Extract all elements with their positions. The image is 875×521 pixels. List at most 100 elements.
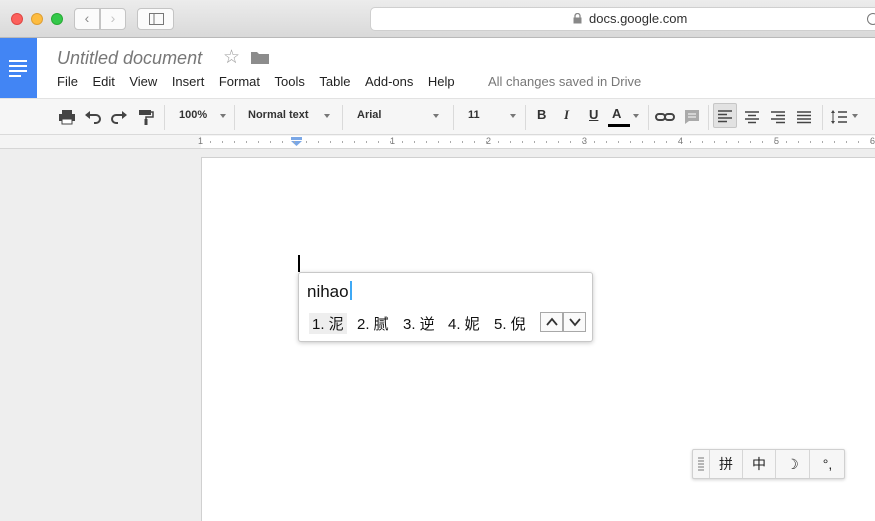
url-text: docs.google.com	[589, 11, 688, 26]
menu-table[interactable]: Table	[319, 74, 350, 89]
chevron-down-icon	[633, 114, 639, 118]
star-icon[interactable]: ☆	[223, 46, 240, 69]
ruler-tick	[462, 141, 463, 143]
ruler-tick	[582, 141, 583, 143]
back-button[interactable]: ‹	[74, 8, 100, 30]
browser-toolbar: ‹ › docs.google.com	[0, 0, 875, 38]
ruler-tick	[390, 141, 391, 143]
text-color-button[interactable]: A	[612, 106, 621, 121]
chevron-down-icon	[433, 114, 439, 118]
ruler-tick	[642, 141, 643, 143]
link-icon[interactable]	[655, 108, 675, 126]
toolbar-separator	[708, 105, 709, 130]
chevron-left-icon: ‹	[84, 10, 90, 26]
ime-composition-text: nihao	[307, 282, 349, 301]
ruler[interactable]: 1 1 2 3 4 5 6	[0, 135, 875, 149]
ime-page-down-button[interactable]	[563, 312, 586, 332]
document-title[interactable]: Untitled document	[57, 48, 202, 69]
ruler-tick	[438, 141, 439, 143]
comment-icon[interactable]	[683, 108, 701, 126]
pinyin-mode-button[interactable]: 拼	[709, 450, 742, 478]
style-select[interactable]: Normal text	[248, 109, 309, 121]
ruler-tick	[474, 141, 475, 143]
reload-icon[interactable]	[867, 13, 875, 25]
punctuation-mode-button[interactable]: °,	[809, 450, 845, 478]
ime-candidate-1[interactable]: 1. 泥	[309, 313, 347, 334]
ime-status-bar: 拼 中 ☽ °,	[692, 449, 845, 479]
ruler-tick	[750, 141, 751, 143]
indent-marker-icon[interactable]	[291, 137, 302, 147]
toolbar-separator	[234, 105, 235, 130]
menu-insert[interactable]: Insert	[172, 74, 205, 89]
drag-handle-icon[interactable]	[698, 457, 704, 472]
address-bar[interactable]: docs.google.com	[370, 7, 875, 31]
ruler-tick	[690, 141, 691, 143]
ruler-tick	[594, 141, 595, 143]
paint-format-icon[interactable]	[137, 108, 155, 126]
ruler-tick	[306, 141, 307, 143]
ruler-tick	[222, 141, 223, 143]
ruler-tick	[450, 141, 451, 143]
toolbar-separator	[525, 105, 526, 130]
docs-home-icon[interactable]	[0, 38, 37, 98]
justify-icon[interactable]	[795, 108, 813, 126]
ime-candidate-5[interactable]: 5. 倪	[494, 313, 526, 334]
ruler-tick	[522, 141, 523, 143]
sidebar-toggle-button[interactable]	[137, 8, 174, 30]
bold-button[interactable]: B	[537, 107, 546, 122]
minimize-window-button[interactable]	[31, 13, 43, 25]
ruler-tick	[558, 141, 559, 143]
ruler-tick	[246, 141, 247, 143]
ruler-tick	[258, 141, 259, 143]
save-status[interactable]: All changes saved in Drive	[488, 74, 641, 89]
redo-icon[interactable]	[110, 108, 128, 126]
docs-header: Untitled document ☆ File Edit View Inser…	[0, 38, 875, 98]
font-select[interactable]: Arial	[357, 109, 381, 121]
half-width-moon-icon[interactable]: ☽	[775, 450, 809, 478]
ruler-tick	[774, 141, 775, 143]
line-spacing-icon[interactable]	[830, 108, 848, 126]
ruler-tick	[714, 141, 715, 143]
zoom-select[interactable]: 100%	[179, 109, 207, 121]
ruler-tick	[798, 141, 799, 143]
chinese-mode-button[interactable]: 中	[742, 450, 775, 478]
ruler-tick	[630, 141, 631, 143]
menu-addons[interactable]: Add-ons	[365, 74, 413, 89]
ime-page-up-button[interactable]	[540, 312, 563, 332]
align-center-icon[interactable]	[743, 108, 761, 126]
menu-format[interactable]: Format	[219, 74, 260, 89]
chevron-down-icon	[220, 114, 226, 118]
zoom-window-button[interactable]	[51, 13, 63, 25]
close-window-button[interactable]	[11, 13, 23, 25]
ime-candidate-2[interactable]: 2. 腻	[357, 313, 389, 334]
ime-candidate-3[interactable]: 3. 逆	[403, 313, 435, 334]
toolbar-separator	[453, 105, 454, 130]
font-size-select[interactable]: 11	[468, 109, 480, 121]
ime-candidate-4[interactable]: 4. 妮	[448, 313, 480, 334]
ruler-tick	[234, 141, 235, 143]
ruler-tick	[270, 141, 271, 143]
ruler-tick	[366, 141, 367, 143]
ruler-tick	[378, 141, 379, 143]
toolbar-separator	[648, 105, 649, 130]
align-right-icon[interactable]	[769, 108, 787, 126]
menu-tools[interactable]: Tools	[275, 74, 305, 89]
menu-file[interactable]: File	[57, 74, 78, 89]
print-icon[interactable]	[58, 108, 76, 126]
ruler-tick	[486, 141, 487, 143]
ruler-tick	[426, 141, 427, 143]
menu-help[interactable]: Help	[428, 74, 455, 89]
underline-button[interactable]: U	[589, 107, 598, 122]
ruler-tick	[342, 141, 343, 143]
forward-button[interactable]: ›	[100, 8, 126, 30]
align-left-button-selected[interactable]	[713, 103, 737, 128]
menu-view[interactable]: View	[129, 74, 157, 89]
italic-button[interactable]: I	[564, 107, 569, 123]
undo-icon[interactable]	[84, 108, 102, 126]
ruler-tick	[606, 141, 607, 143]
chevron-down-icon	[569, 318, 581, 327]
ruler-tick	[618, 141, 619, 143]
ruler-tick	[654, 141, 655, 143]
folder-icon[interactable]	[251, 50, 269, 64]
menu-edit[interactable]: Edit	[92, 74, 114, 89]
